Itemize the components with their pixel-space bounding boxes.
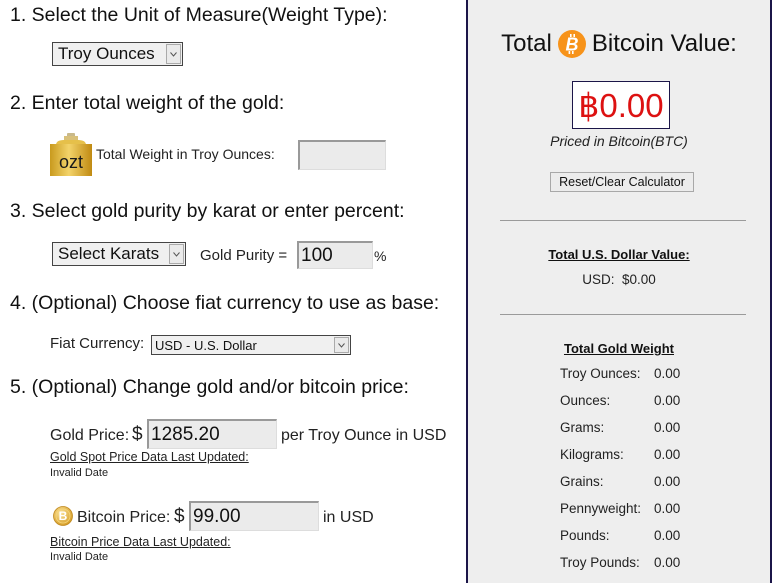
troy-ounce-weight-icon: ozt (50, 133, 92, 176)
bitcoin-price-suffix: in USD (323, 509, 374, 526)
gold-purity-label: Gold Purity = (200, 247, 288, 264)
gold-price-input[interactable] (147, 419, 277, 449)
usd-value: USD: $0.00 (582, 272, 656, 287)
gold-weight-heading: Total Gold Weight (563, 341, 674, 356)
usd-value-heading: Total U.S. Dollar Value: (548, 247, 690, 262)
fiat-currency-label: Fiat Currency: (50, 335, 145, 352)
weight-unit-label: Grams: (560, 420, 605, 435)
gold-price-updated-value: Invalid Date (50, 467, 109, 479)
weight-unit-label: Troy Ounces: (560, 366, 641, 381)
weight-unit-value: 0.00 (654, 393, 681, 408)
total-weight-input[interactable] (298, 140, 386, 170)
total-bitcoin-value-title: Total B Bitcoin Value: (468, 30, 770, 58)
weight-unit-value: 0.00 (654, 555, 681, 570)
unit-of-measure-select[interactable]: Troy Ounces (52, 42, 183, 66)
weight-unit-label: Ounces: (560, 393, 611, 408)
reset-calculator-button[interactable]: Reset/Clear Calculator (550, 172, 694, 192)
svg-text:B: B (59, 509, 68, 523)
divider (500, 220, 746, 221)
fiat-currency-select[interactable]: USD - U.S. Dollar (151, 335, 351, 355)
weight-unit-value: 0.00 (654, 447, 681, 462)
gold-purity-input[interactable] (297, 241, 373, 269)
weight-unit-label: Pennyweight: (560, 501, 642, 516)
chevron-down-icon (166, 44, 181, 64)
bitcoin-price-updated-label[interactable]: Bitcoin Price Data Last Updated: (50, 535, 231, 549)
divider (500, 314, 746, 315)
bitcoin-coin-icon: B (53, 506, 73, 526)
gold-price-dollar-sign: $ (132, 424, 143, 445)
bitcoin-logo-icon: B (557, 30, 586, 58)
bitcoin-value-display: ฿0.00 (572, 81, 670, 129)
bitcoin-price-label: Bitcoin Price: (77, 509, 171, 526)
ozt-icon-text: ozt (59, 152, 83, 172)
unit-of-measure-value: Troy Ounces (58, 44, 155, 63)
karat-select-value: Select Karats (58, 244, 160, 263)
weight-unit-label: Pounds: (560, 528, 610, 543)
step-1-heading: 1. Select the Unit of Measure(Weight Typ… (10, 4, 388, 26)
step-3-heading: 3. Select gold purity by karat or enter … (10, 200, 405, 222)
step-2-heading: 2. Enter total weight of the gold: (10, 92, 285, 114)
weight-unit-value: 0.00 (654, 420, 681, 435)
weight-unit-label: Grains: (560, 474, 604, 489)
chevron-down-icon (169, 244, 184, 264)
total-weight-label: Total Weight in Troy Ounces: (96, 146, 275, 162)
weight-unit-value: 0.00 (654, 501, 681, 516)
percent-sign: % (374, 248, 387, 264)
title-bitcoin-value-text: Bitcoin Value: (591, 30, 737, 57)
chevron-down-icon (334, 337, 349, 353)
gold-price-updated-label[interactable]: Gold Spot Price Data Last Updated: (50, 450, 249, 464)
gold-price-label: Gold Price: (50, 427, 130, 444)
weight-unit-label: Kilograms: (560, 447, 624, 462)
step-4-heading: 4. (Optional) Choose fiat currency to us… (10, 292, 440, 314)
gold-price-suffix: per Troy Ounce in USD (281, 427, 447, 444)
bitcoin-price-input[interactable] (189, 501, 319, 531)
title-total-text: Total (501, 30, 552, 57)
fiat-currency-value: USD - U.S. Dollar (155, 337, 257, 353)
calculator-form: 1. Select the Unit of Measure(Weight Typ… (0, 0, 462, 583)
bitcoin-price-updated-value: Invalid Date (50, 551, 109, 563)
weight-unit-value: 0.00 (654, 474, 681, 489)
bitcoin-price-dollar-sign: $ (174, 506, 185, 527)
weight-unit-value: 0.00 (654, 528, 681, 543)
results-panel: Total B Bitcoin Value: ฿0.00 Priced in B… (466, 0, 772, 583)
step-5-heading: 5. (Optional) Change gold and/or bitcoin… (10, 376, 409, 398)
karat-select[interactable]: Select Karats (52, 242, 186, 266)
weight-unit-value: 0.00 (654, 366, 681, 381)
weight-unit-label: Troy Pounds: (560, 555, 640, 570)
priced-in-btc-note: Priced in Bitcoin(BTC) (550, 133, 688, 149)
